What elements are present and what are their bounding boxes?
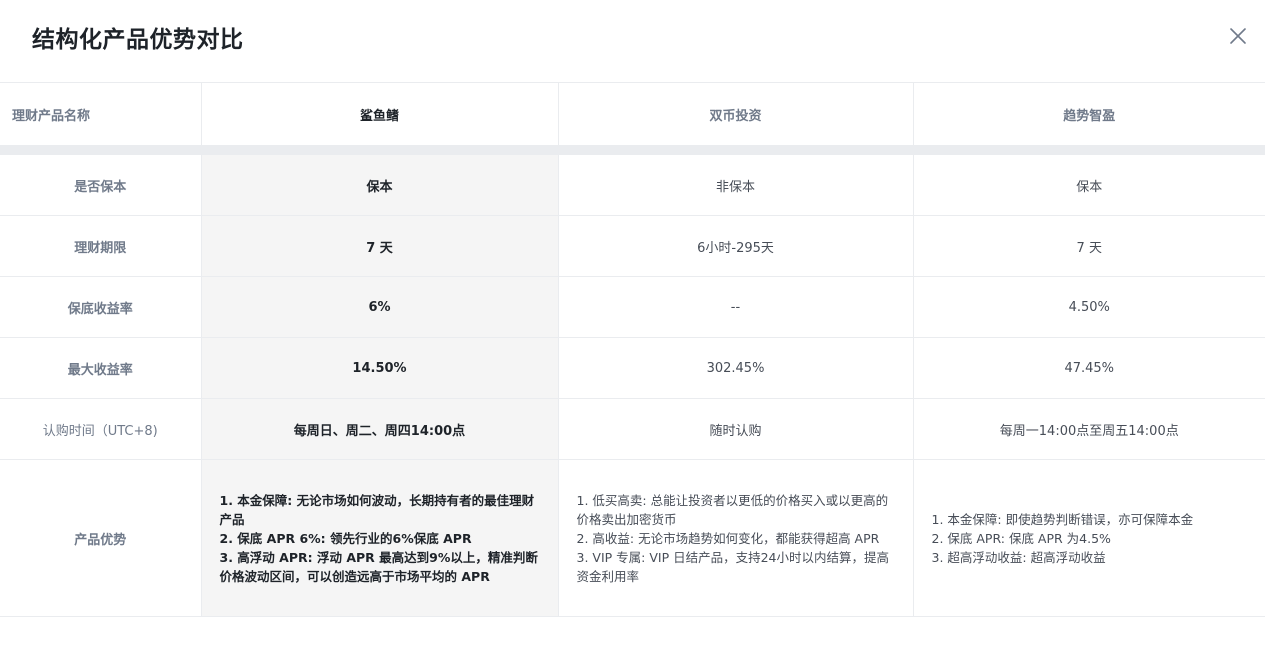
advantage-line: 3. 高浮动 APR: 浮动 APR 最高达到9%以上，精准判断价格波动区间，可… bbox=[219, 549, 538, 584]
row-label: 是否保本 bbox=[0, 154, 202, 216]
advantage-line: 2. 保底 APR 6%: 领先行业的6%保底 APR bbox=[219, 530, 472, 546]
table-cell: 14.50% bbox=[201, 337, 559, 399]
table-cell: 保本 bbox=[201, 154, 559, 216]
table-row: 认购时间（UTC+8) 每周日、周二、周四14:00点 随时认购 每周一14:0… bbox=[0, 398, 1265, 460]
table-row: 最大收益率 14.50% 302.45% 47.45% bbox=[0, 337, 1265, 399]
advantages-shark-fin: 1. 本金保障: 无论市场如何波动，长期持有者的最佳理财产品 2. 保底 APR… bbox=[201, 459, 559, 617]
table-cell: 4.50% bbox=[913, 276, 1265, 338]
advantage-line: 1. 低买高卖: 总能让投资者以更低的价格买入或以更高的价格卖出加密货币 bbox=[576, 492, 889, 527]
header-trend-profit: 趋势智盈 bbox=[913, 82, 1265, 146]
advantages-dual-investment: 1. 低买高卖: 总能让投资者以更低的价格买入或以更高的价格卖出加密货币 2. … bbox=[558, 459, 914, 617]
table-cell: 6% bbox=[201, 276, 559, 338]
advantage-line: 3. VIP 专属: VIP 日结产品，支持24小时以内结算，提高资金利用率 bbox=[576, 549, 890, 584]
table-cell: 每周一14:00点至周五14:00点 bbox=[913, 398, 1265, 460]
advantage-line: 2. 保底 APR: 保底 APR 为4.5% bbox=[931, 530, 1111, 546]
table-cell: 每周日、周二、周四14:00点 bbox=[201, 398, 559, 460]
table-cell: 47.45% bbox=[913, 337, 1265, 399]
header-product-name: 理财产品名称 bbox=[0, 82, 202, 146]
table-row-advantages: 产品优势 1. 本金保障: 无论市场如何波动，长期持有者的最佳理财产品 2. 保… bbox=[0, 459, 1265, 617]
table-cell: 7 天 bbox=[201, 215, 559, 277]
row-label: 理财期限 bbox=[0, 215, 202, 277]
header-dual-investment: 双币投资 bbox=[558, 82, 914, 146]
table-cell: 7 天 bbox=[913, 215, 1265, 277]
comparison-modal: 结构化产品优势对比 理财产品名称 鲨鱼鳍 双币投资 趋势智盈 是否保本 保本 非… bbox=[0, 0, 1265, 671]
table-row: 保底收益率 6% -- 4.50% bbox=[0, 276, 1265, 338]
advantage-line: 1. 本金保障: 即使趋势判断错误，亦可保障本金 bbox=[931, 511, 1194, 527]
table-cell: 6小时-295天 bbox=[558, 215, 914, 277]
comparison-table: 理财产品名称 鲨鱼鳍 双币投资 趋势智盈 是否保本 保本 非保本 保本 理财期限… bbox=[0, 82, 1265, 617]
close-button[interactable] bbox=[1227, 25, 1249, 47]
table-row: 是否保本 保本 非保本 保本 bbox=[0, 154, 1265, 216]
table-header-row: 理财产品名称 鲨鱼鳍 双币投资 趋势智盈 bbox=[0, 82, 1265, 146]
table-cell: 随时认购 bbox=[558, 398, 914, 460]
table-row: 理财期限 7 天 6小时-295天 7 天 bbox=[0, 215, 1265, 277]
table-cell: 保本 bbox=[913, 154, 1265, 216]
header-separator bbox=[0, 145, 1265, 155]
close-icon bbox=[1230, 28, 1246, 44]
advantage-line: 2. 高收益: 无论市场趋势如何变化，都能获得超高 APR bbox=[576, 530, 880, 546]
advantage-line: 3. 超高浮动收益: 超高浮动收益 bbox=[931, 549, 1106, 565]
row-label: 产品优势 bbox=[0, 459, 202, 617]
row-label: 认购时间（UTC+8) bbox=[0, 398, 202, 460]
row-label: 保底收益率 bbox=[0, 276, 202, 338]
table-cell: 302.45% bbox=[558, 337, 914, 399]
table-cell: -- bbox=[558, 276, 914, 338]
table-cell: 非保本 bbox=[558, 154, 914, 216]
header-shark-fin: 鲨鱼鳍 bbox=[201, 82, 559, 146]
advantage-line: 1. 本金保障: 无论市场如何波动，长期持有者的最佳理财产品 bbox=[219, 492, 535, 527]
advantages-trend-profit: 1. 本金保障: 即使趋势判断错误，亦可保障本金 2. 保底 APR: 保底 A… bbox=[913, 459, 1265, 617]
row-label: 最大收益率 bbox=[0, 337, 202, 399]
modal-title: 结构化产品优势对比 bbox=[32, 27, 244, 53]
